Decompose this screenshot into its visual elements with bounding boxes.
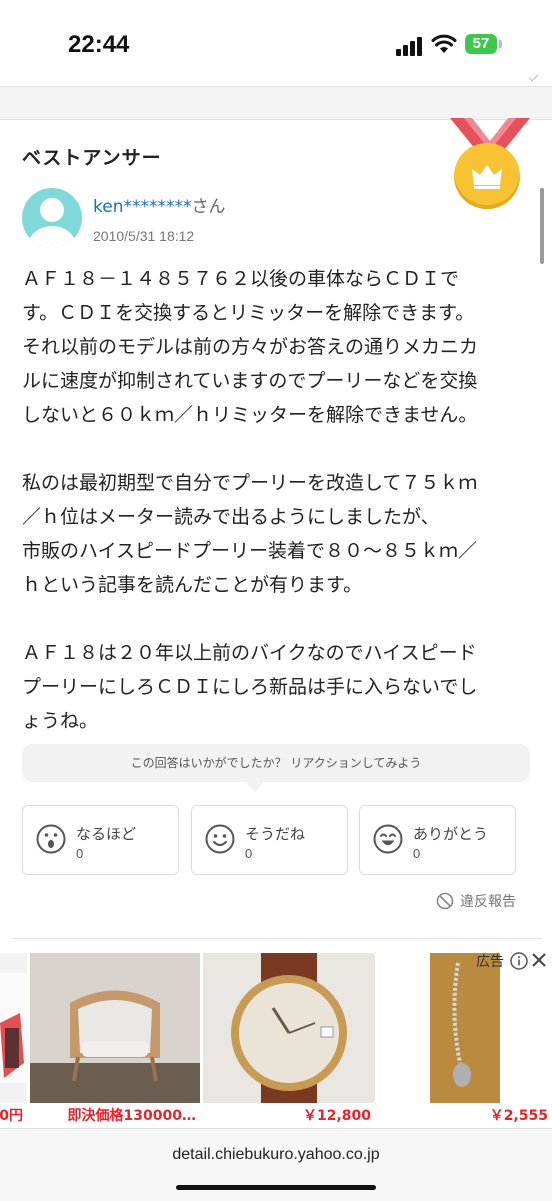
status-time: 22:44 [68, 31, 130, 58]
username-link[interactable]: ken******** [93, 197, 191, 217]
armchair-image [30, 953, 200, 1103]
reaction-label: なるほど [76, 825, 137, 843]
report-link[interactable]: 違反報告 [436, 891, 516, 911]
reaction-naruhodo-button[interactable]: なるほど 0 [22, 805, 179, 875]
ad-label: 広告 [476, 954, 504, 970]
answer-line: す。ＣＤＩを交換するとリミッターを解除できます。 [22, 302, 475, 324]
reaction-count: 0 [76, 846, 84, 861]
answer-line: しないと６０ｋｍ／ｈリミッターを解除できません。 [22, 404, 478, 426]
answer-line: ／ｈ位はメーター読みで出るようにしましたが、 [22, 506, 440, 528]
answer-line: プーリーにしろＣＤＩにしろ新品は手に入らないでし [22, 676, 478, 698]
avatar[interactable] [22, 188, 82, 248]
ad-price: ￥2,555 [489, 1108, 548, 1124]
ad-image [30, 953, 200, 1103]
ad-image [378, 953, 552, 1103]
answer-body: ＡＦ１８－１４８５７６２以後の車体ならＣＤＩで す。ＣＤＩを交換するとリミッター… [22, 262, 532, 738]
best-answer-title: ベストアンサー [22, 147, 162, 169]
reaction-label: ありがとう [413, 825, 489, 843]
answerer-name[interactable]: ken********さん [93, 192, 225, 217]
answer-line: ｈという記事を読んだことが有ります。 [22, 574, 363, 596]
watch-image [203, 953, 375, 1103]
divider [12, 938, 542, 939]
ad-card[interactable]: 即決価格130000… [30, 953, 200, 1127]
surprised-face-icon [36, 824, 66, 854]
browser-address-bar[interactable]: detail.chiebukuro.yahoo.co.jp [0, 1128, 552, 1201]
prohibited-icon [436, 892, 454, 910]
cellular-signal-icon [396, 36, 426, 56]
pocket-watch-chain-image [430, 953, 500, 1103]
answer-line: ょうね。 [22, 710, 99, 732]
report-label: 違反報告 [460, 894, 516, 910]
answer-line: ＡＦ１８は２０年以上前のバイクなのでハイスピード [22, 642, 477, 664]
url-text[interactable]: detail.chiebukuro.yahoo.co.jp [0, 1146, 552, 1164]
ad-price: ￥12,800 [302, 1108, 371, 1124]
ad-price: 0円 [0, 1108, 23, 1124]
ad-image [0, 953, 27, 1103]
reaction-count: 0 [245, 846, 253, 861]
battery-indicator: 57 [465, 34, 497, 54]
home-indicator[interactable] [176, 1185, 376, 1190]
ad-image [203, 953, 375, 1103]
smile-face-icon [205, 824, 235, 854]
close-icon[interactable] [531, 952, 547, 968]
ad-card[interactable]: ￥2,555 [378, 953, 552, 1127]
ad-card[interactable]: 0円 [0, 953, 27, 1127]
crown-icon [472, 165, 502, 189]
reaction-count: 0 [413, 846, 421, 861]
grin-face-icon [373, 824, 403, 854]
collapse-chevron-icon[interactable] [528, 71, 539, 82]
prompt-pointer [246, 782, 264, 792]
ad-price: 即決価格130000… [67, 1108, 196, 1124]
wifi-icon [431, 34, 457, 53]
reaction-soudane-button[interactable]: そうだね 0 [191, 805, 348, 875]
product-image [0, 973, 27, 1083]
reaction-prompt: この回答はいかがでしたか？ リアクションしてみよう [22, 744, 530, 782]
reaction-label: そうだね [245, 825, 306, 843]
scrollbar[interactable] [540, 188, 544, 264]
ad-card[interactable]: ￥12,800 [203, 953, 375, 1127]
answer-line: ルに速度が抑制されていますのでプーリーなどを交換 [22, 370, 478, 392]
reaction-arigatou-button[interactable]: ありがとう 0 [359, 805, 516, 875]
answer-line: ＡＦ１８－１４８５７６２以後の車体ならＣＤＩで [22, 268, 460, 290]
answer-line: 市販のハイスピードプーリー装着で８０～８５ｋｍ／ [22, 540, 478, 562]
username-suffix: さん [191, 197, 226, 217]
status-bar: 22:44 57 [0, 0, 552, 86]
battery-tip [499, 40, 502, 48]
answer-line: それ以前のモデルは前の方々がお答えの通りメカニカ [22, 336, 479, 358]
answer-line: 私のは最初期型で自分でプーリーを改造して７５ｋｍ [22, 472, 478, 494]
top-strip [0, 86, 552, 120]
info-icon[interactable] [510, 952, 528, 970]
answer-date: 2010/5/31 18:12 [93, 228, 195, 244]
